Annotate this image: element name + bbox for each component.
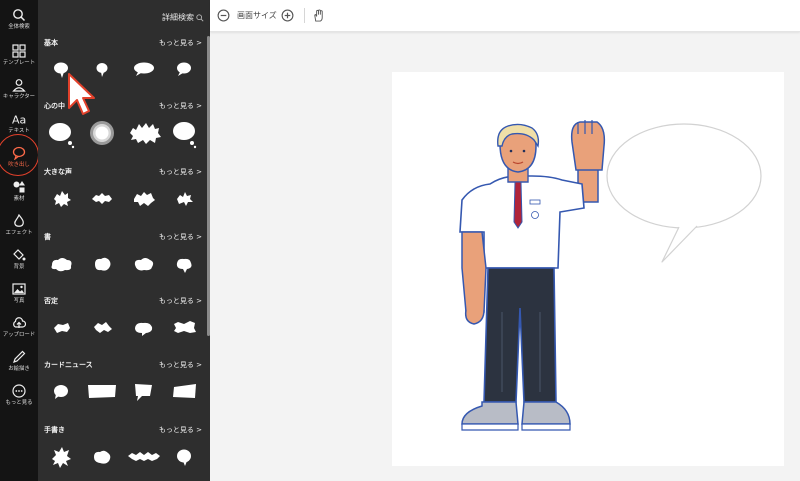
speech-bubble-panel: 詳細検索 基本 もっと見る > 心の中 もっと見る > 大きな声 もっと見る > — [38, 0, 210, 481]
section-title: 大きな声 — [44, 168, 72, 176]
mouse-cursor-icon — [68, 73, 95, 115]
shout-bubble-thumbnail[interactable] — [92, 193, 112, 204]
canvas-speech-bubble[interactable] — [606, 123, 762, 263]
sidebar-item-label: 全体検索 — [8, 24, 30, 30]
sidebar-item-effects[interactable]: エフェクト — [0, 214, 38, 250]
section-title: 心の中 — [44, 102, 65, 110]
sidebar-item-photos[interactable]: 写真 — [0, 282, 38, 318]
speech-bubble-thumbnail[interactable] — [177, 62, 191, 77]
sidebar-item-label: 背景 — [13, 264, 25, 270]
bubble-row — [49, 121, 197, 149]
shout-bubble-thumbnail[interactable] — [134, 192, 155, 206]
jagged-bubble-thumbnail[interactable] — [174, 321, 196, 333]
shout-bubble-thumbnail[interactable] — [54, 191, 71, 207]
handwritten-bubble-thumbnail[interactable] — [128, 452, 160, 461]
advanced-search-label: 詳細検索 — [162, 13, 194, 22]
panel-scrollbar[interactable] — [207, 36, 210, 336]
card-bubble-thumbnail[interactable] — [173, 384, 196, 398]
grid-icon — [12, 44, 26, 58]
shout-bubble-thumbnail[interactable] — [177, 192, 193, 206]
fuzzy-bubble-thumbnail[interactable] — [130, 123, 161, 144]
sidebar-item-label: 写真 — [13, 298, 25, 304]
speech-bubble-thumbnail[interactable] — [134, 62, 154, 77]
bubble-row — [54, 62, 191, 78]
sidebar-item-label: もっと見る — [5, 400, 33, 406]
more-dots-icon — [12, 384, 26, 398]
bubble-row — [51, 257, 192, 273]
jagged-bubble-thumbnail[interactable] — [54, 323, 70, 333]
card-bubble-thumbnail[interactable] — [135, 384, 152, 401]
pen-icon — [13, 350, 26, 363]
speech-bubble-thumbnail[interactable] — [96, 63, 108, 77]
sidebar-item-drawing[interactable]: お絵描き — [0, 350, 38, 386]
more-link[interactable]: もっと見る > — [159, 232, 202, 242]
top-toolbar: 画面サイズ — [210, 0, 800, 32]
flame-icon — [14, 214, 24, 227]
cloud-bubble-thumbnail[interactable] — [134, 258, 154, 271]
sidebar-item-label: お絵描き — [8, 366, 30, 372]
section-title: 否定 — [44, 297, 58, 305]
zoom-out-icon[interactable] — [217, 9, 230, 22]
zoom-size-label[interactable]: 画面サイズ — [237, 10, 277, 21]
search-icon — [196, 13, 204, 22]
thought-bubble-thumbnail[interactable] — [49, 123, 75, 149]
sidebar-item-label: キャラクター — [2, 94, 36, 100]
jagged-bubble-thumbnail[interactable] — [94, 322, 112, 333]
more-link[interactable]: もっと見る > — [159, 360, 202, 370]
zoom-in-icon[interactable] — [281, 9, 294, 22]
canvas-artwork — [459, 120, 762, 431]
bubble-row — [52, 447, 191, 468]
cloud-bubble-thumbnail[interactable] — [51, 258, 72, 272]
section-title: カードニュース — [44, 361, 93, 369]
cloud-bubble-thumbnail[interactable] — [95, 257, 111, 271]
handwritten-bubble-thumbnail[interactable] — [52, 447, 71, 468]
hand-pan-icon[interactable] — [312, 9, 325, 22]
sidebar-item-more[interactable]: もっと見る — [0, 384, 38, 420]
sidebar-item-background[interactable]: 背景 — [0, 248, 38, 284]
sidebar-item-label: 素材 — [13, 196, 25, 202]
more-link[interactable]: もっと見る > — [159, 296, 202, 306]
card-bubble-thumbnail[interactable] — [54, 385, 68, 399]
bubble-row — [54, 191, 193, 207]
section-title: 書 — [44, 233, 51, 241]
panel-header: 詳細検索 — [38, 0, 210, 30]
card-bubble-thumbnail[interactable] — [88, 385, 116, 398]
section-title: 基本 — [44, 39, 58, 47]
character-illustration[interactable] — [459, 120, 606, 431]
sidebar-item-search[interactable]: 全体検索 — [0, 8, 38, 44]
sidebar-item-upload[interactable]: アップロード — [0, 316, 38, 352]
sidebar-item-templates[interactable]: テンプレート — [0, 44, 38, 80]
jagged-bubble-thumbnail[interactable] — [135, 322, 153, 336]
sidebar-item-materials[interactable]: 素材 — [0, 180, 38, 216]
handwritten-bubble-thumbnail[interactable] — [177, 449, 191, 467]
search-icon — [13, 9, 26, 22]
sidebar-item-label: アップロード — [2, 332, 36, 338]
sidebar-item-label: テンプレート — [2, 60, 36, 66]
svg-text:Aa: Aa — [12, 114, 26, 127]
advanced-search-button[interactable]: 詳細検索 — [162, 12, 204, 23]
cloud-bubble-thumbnail[interactable] — [176, 258, 192, 273]
thought-bubble-thumbnail[interactable] — [173, 122, 197, 149]
sidebar-item-characters[interactable]: キャラクター — [0, 78, 38, 114]
shapes-icon — [13, 181, 25, 193]
more-link[interactable]: もっと見る > — [159, 425, 202, 435]
text-icon: Aa — [12, 114, 26, 127]
more-link[interactable]: もっと見る > — [159, 167, 202, 177]
sidebar-item-label: エフェクト — [5, 230, 33, 236]
photo-icon — [12, 283, 26, 295]
left-nav-rail: 全体検索 テンプレート キャラクター Aa テキスト 吹き出し 素材 エフェクト… — [0, 0, 39, 481]
glow-bubble-thumbnail[interactable] — [90, 121, 114, 145]
more-link[interactable]: もっと見る > — [159, 38, 202, 48]
toolbar-divider — [304, 8, 305, 23]
section-title: 手書き — [44, 426, 65, 434]
person-icon — [12, 79, 26, 92]
bubble-row — [54, 384, 196, 401]
paint-bucket-icon — [13, 249, 26, 261]
cloud-upload-icon — [13, 317, 26, 328]
bubble-row — [54, 321, 196, 336]
more-link[interactable]: もっと見る > — [159, 101, 202, 111]
design-canvas[interactable] — [392, 72, 784, 466]
handwritten-bubble-thumbnail[interactable] — [94, 450, 111, 464]
